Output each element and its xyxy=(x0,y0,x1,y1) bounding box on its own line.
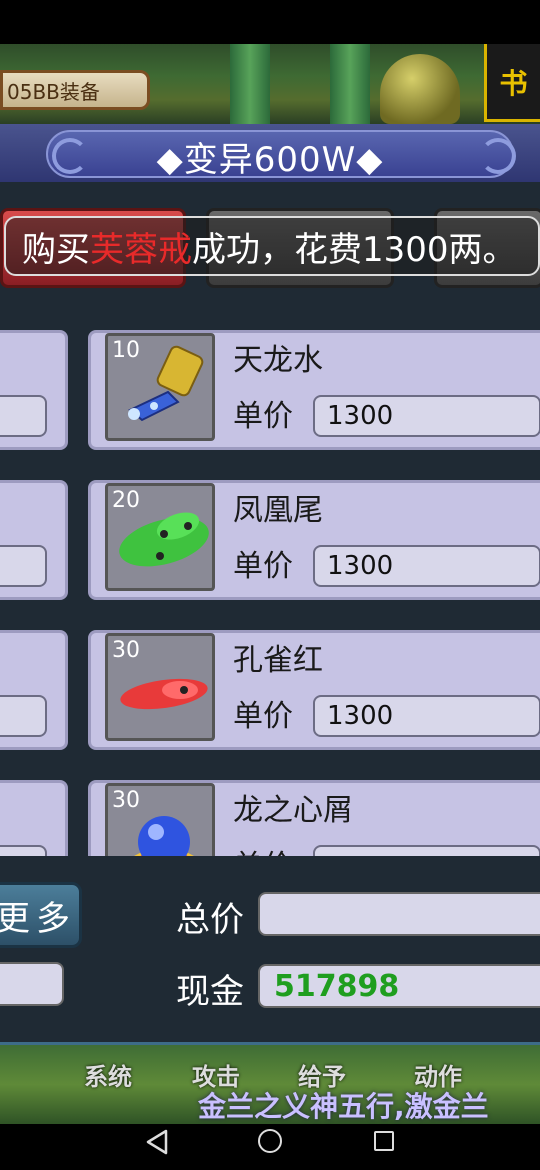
item-card-left[interactable] xyxy=(0,780,68,856)
total-price-label: 总价 xyxy=(176,900,244,940)
equip-tag[interactable]: 05BB装备 xyxy=(0,70,150,110)
item-thumb: 20 xyxy=(105,483,215,591)
item-card-left[interactable] xyxy=(0,480,68,600)
left-price-box xyxy=(0,395,47,437)
cash-label: 现金 xyxy=(176,972,244,1012)
item-level: 10 xyxy=(112,338,140,363)
purchase-toast: 购买 芙蓉戒 成功，花费1300两。 xyxy=(4,216,540,276)
scene-pot xyxy=(380,54,460,124)
more-button[interactable]: 更多 xyxy=(0,882,82,948)
cash-value: 517898 xyxy=(258,964,540,1008)
bamboo-pillar xyxy=(230,44,270,124)
toast-item-name: 芙蓉戒 xyxy=(90,229,192,270)
item-name: 孔雀红 xyxy=(233,643,323,678)
shop-title: ◆变异600W◆ xyxy=(156,140,384,180)
home-icon[interactable] xyxy=(258,1129,282,1153)
toast-prefix: 购买 xyxy=(22,229,90,270)
price-label: 单价 xyxy=(233,399,293,434)
item-card-left[interactable] xyxy=(0,630,68,750)
game-menu-bar: 系统 攻击 给予 动作 金兰之义神五行,激金兰 xyxy=(0,1042,540,1124)
scrolling-announcement: 金兰之义神五行,激金兰 xyxy=(198,1090,489,1123)
bamboo-pillar xyxy=(330,44,370,124)
price-box xyxy=(313,845,540,856)
price-box: 1300 xyxy=(313,695,540,737)
left-price-box xyxy=(0,695,47,737)
quantity-field[interactable] xyxy=(0,962,64,1006)
price-box: 1300 xyxy=(313,395,540,437)
item-level: 20 xyxy=(112,488,140,513)
item-thumb: 30 xyxy=(105,783,215,856)
book-tab[interactable]: 书 xyxy=(484,44,540,122)
item-card[interactable]: 30 孔雀红 单价 1300 xyxy=(88,630,540,750)
item-card[interactable]: 20 凤凰尾 单价 1300 xyxy=(88,480,540,600)
item-thumb: 30 xyxy=(105,633,215,741)
item-name: 龙之心屑 xyxy=(233,793,353,828)
price-label: 单价 xyxy=(233,841,293,856)
left-price-box xyxy=(0,545,47,587)
item-thumb: 10 xyxy=(105,333,215,441)
item-card[interactable]: 30 龙之心屑 单价 xyxy=(88,780,540,856)
menu-system[interactable]: 系统 xyxy=(84,1057,132,1092)
total-price-field xyxy=(258,892,540,936)
back-icon[interactable] xyxy=(142,1128,172,1156)
left-price-box xyxy=(0,845,47,856)
item-name: 凤凰尾 xyxy=(233,493,323,528)
item-card-left[interactable] xyxy=(0,330,68,450)
item-level: 30 xyxy=(112,788,140,813)
status-bar xyxy=(0,0,540,44)
recent-apps-icon[interactable] xyxy=(374,1131,394,1151)
price-label: 单价 xyxy=(233,699,293,734)
item-name: 天龙水 xyxy=(233,343,323,378)
item-level: 30 xyxy=(112,638,140,663)
price-box: 1300 xyxy=(313,545,540,587)
toast-suffix: 成功，花费1300两。 xyxy=(192,229,517,270)
price-label: 单价 xyxy=(233,549,293,584)
item-list[interactable]: 10 天龙水 单价 1300 20 凤凰尾 单价 1300 30 孔雀红 单价 … xyxy=(0,316,540,856)
item-card[interactable]: 10 天龙水 单价 1300 xyxy=(88,330,540,450)
